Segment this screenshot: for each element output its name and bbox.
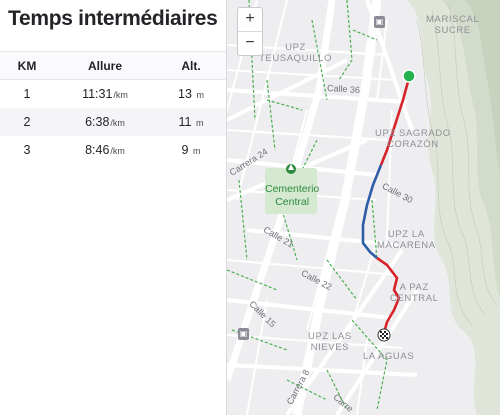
header-km: KM — [0, 51, 54, 80]
zoom-control: + − — [237, 7, 263, 56]
area-label-mariscal: MARISCAL SUCRE — [426, 14, 480, 36]
split-pace: 8:46/km — [54, 136, 156, 164]
table-row: 3 8:46/km 9 m — [0, 136, 226, 164]
table-row: 1 11:31/km 13 m — [0, 80, 226, 108]
elevation-unit: m — [195, 117, 204, 128]
zoom-in-button[interactable]: + — [238, 8, 262, 32]
splits-panel: Temps intermédiaires KM Allure Alt. 1 11… — [0, 0, 226, 415]
split-elevation: 11 m — [156, 107, 226, 136]
split-elevation: 9 m — [156, 136, 226, 164]
header-elevation: Alt. — [156, 51, 226, 80]
split-pace: 6:38/km — [54, 107, 156, 136]
splits-table: KM Allure Alt. 1 11:31/km 13 m 2 6:38/km… — [0, 51, 226, 164]
elevation-value: 9 — [181, 142, 189, 157]
header-pace: Allure — [54, 51, 156, 80]
elevation-value: 11 — [178, 114, 192, 129]
area-label-sagrado-corazon: UPZ SAGRADO CORAZÓN — [375, 128, 451, 150]
pace-unit: /km — [110, 117, 125, 128]
pace-unit: /km — [110, 145, 125, 156]
splits-header-row: KM Allure Alt. — [0, 51, 226, 80]
area-label-la-paz: A PAZ CENTRAL — [390, 282, 439, 304]
transit-bus-icon: ▣ — [238, 328, 249, 340]
pace-value: 11:31 — [82, 86, 113, 101]
area-label-teusaquillo: UPZ TEUSAQUILLO — [259, 42, 333, 64]
panel-title: Temps intermédiaires — [8, 7, 218, 30]
pace-value: 6:38 — [85, 114, 110, 129]
park-label-cementerio: Cementerio Central — [265, 183, 320, 208]
pace-value: 8:46 — [85, 142, 110, 157]
area-label-aguas: LA AGUAS — [363, 351, 415, 362]
route-map[interactable]: MARISCAL SUCRE UPZ TEUSAQUILLO UPZ SAGRADO… — [226, 0, 500, 415]
elevation-unit: m — [192, 145, 201, 156]
elevation-unit: m — [196, 89, 204, 100]
zoom-out-button[interactable]: − — [238, 32, 262, 56]
finish-marker — [377, 328, 391, 342]
transit-bus-icon: ▣ — [374, 16, 385, 28]
area-label-macarena: UPZ LA MACARENA — [377, 229, 436, 251]
start-marker — [402, 69, 416, 83]
area-label-las-nieves: UPZ LAS NIEVES — [308, 331, 352, 353]
split-elevation: 13 m — [156, 80, 226, 108]
pace-unit: /km — [113, 89, 128, 100]
split-km: 1 — [23, 86, 31, 101]
table-row: 2 6:38/km 11 m — [0, 107, 226, 136]
split-km: 2 — [0, 107, 54, 136]
split-km: 3 — [23, 142, 31, 157]
split-pace: 11:31/km — [54, 80, 156, 108]
elevation-value: 13 — [178, 86, 192, 101]
